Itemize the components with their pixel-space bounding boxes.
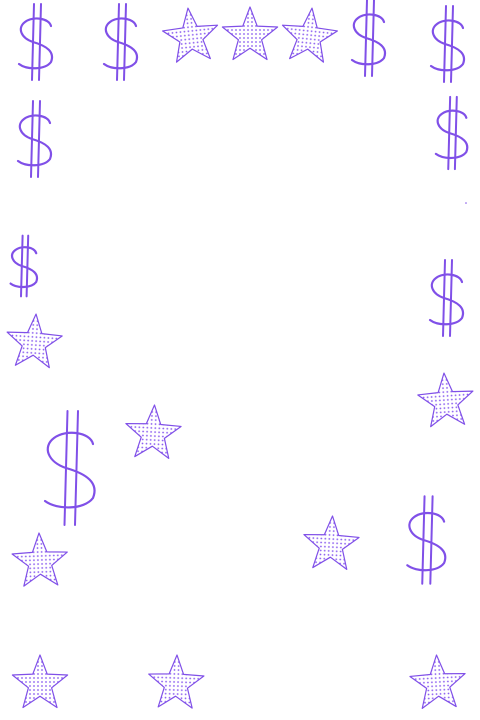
dollar-sign-icon	[406, 495, 447, 585]
dotted-star-icon	[281, 7, 338, 63]
dotted-star-icon	[6, 313, 63, 369]
dotted-star-icon	[303, 515, 360, 570]
stray-dot	[465, 202, 467, 204]
dollar-s-curve	[434, 109, 469, 160]
dollar-s-curve	[429, 19, 466, 72]
doodle-canvas	[6, 0, 474, 709]
dollar-sign-icon	[16, 100, 53, 178]
dollar-s-curve	[17, 17, 54, 70]
dollar-sign-icon	[434, 95, 469, 171]
dollar-sign-icon	[428, 259, 465, 337]
dotted-star-icon	[162, 7, 219, 63]
dollar-s-curve	[16, 114, 53, 167]
dollar-s-curve	[102, 17, 139, 70]
dollar-sign-icon	[43, 410, 96, 526]
dotted-star-icon	[125, 404, 182, 459]
dollar-vertical-stroke	[74, 410, 79, 526]
dollar-sign-icon	[9, 234, 39, 298]
dollar-s-curve	[43, 431, 96, 509]
dotted-star-icon	[409, 654, 466, 709]
dollar-s-curve	[9, 246, 39, 289]
dotted-star-icon	[148, 654, 205, 709]
dollar-sign-icon	[350, 0, 387, 77]
dollar-sign-icon	[102, 3, 139, 81]
dotted-star-icon	[417, 372, 474, 428]
dotted-star-icon	[11, 654, 69, 709]
dollar-sign-icon	[17, 3, 54, 81]
dotted-star-icon	[221, 6, 279, 61]
dotted-star-icon	[11, 532, 68, 587]
dollar-s-curve	[406, 511, 447, 572]
dollar-sign-icon	[429, 5, 466, 83]
dollar-s-curve	[428, 273, 465, 326]
dollar-s-curve	[350, 13, 387, 66]
